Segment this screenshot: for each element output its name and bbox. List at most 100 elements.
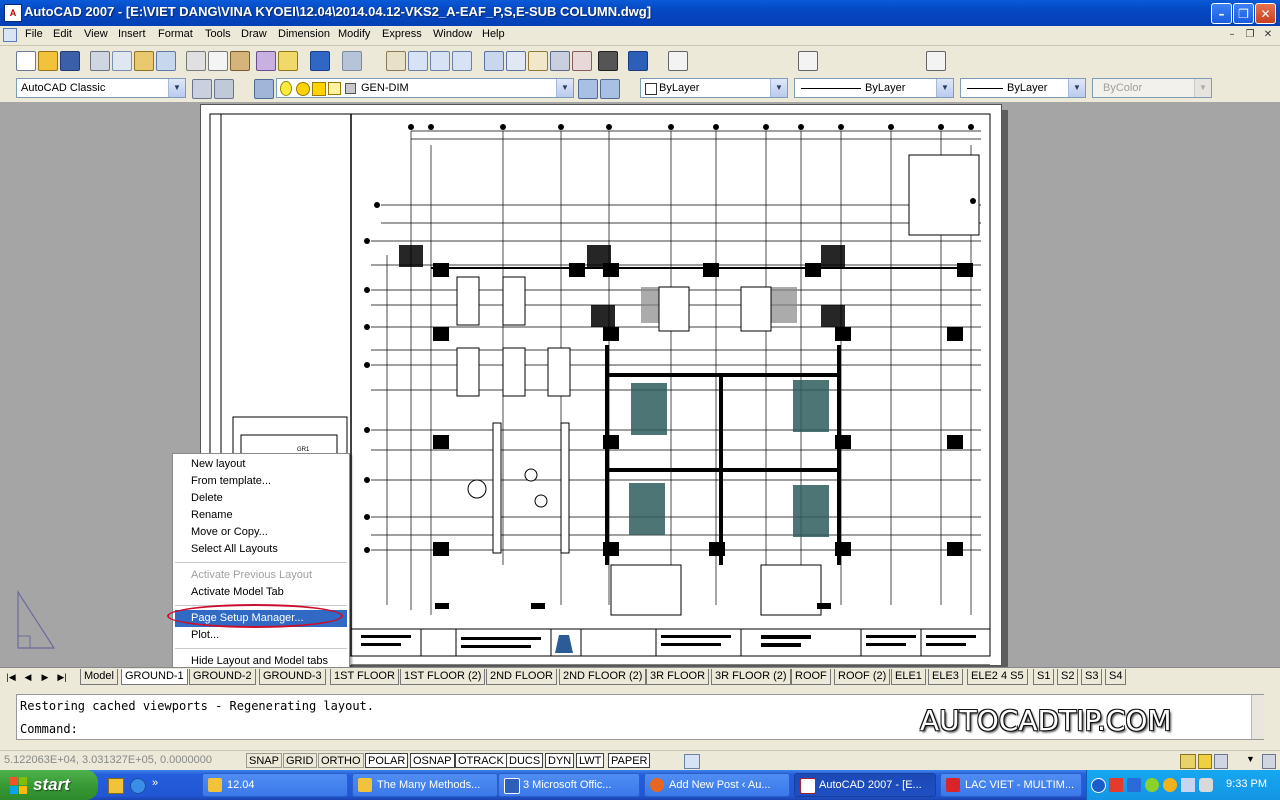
menu-insert[interactable]: Insert [118,28,146,40]
snap-toggle[interactable]: SNAP [246,753,282,768]
workspace-settings-icon[interactable] [192,79,212,99]
menu-view[interactable]: View [84,28,108,40]
undo-icon[interactable] [310,51,330,71]
polar-toggle[interactable]: POLAR [365,753,409,768]
menu-item-plot[interactable]: Plot... [191,629,219,641]
chevron-down-icon[interactable]: ▼ [168,79,185,97]
taskbar-item-many-methods[interactable]: The Many Methods... [352,773,498,797]
open-icon[interactable] [38,51,58,71]
text-style-icon[interactable] [668,51,688,71]
layer-manager-icon[interactable] [254,79,274,99]
menu-edit[interactable]: Edit [53,28,72,40]
menu-item-activate-model-tab[interactable]: Activate Model Tab [191,586,284,598]
ducs-toggle[interactable]: DUCS [506,753,544,768]
menu-file[interactable]: File [25,28,43,40]
lwt-toggle[interactable]: LWT [576,753,605,768]
menu-modify[interactable]: Modify [338,28,370,40]
doc-restore-button[interactable]: ❐ [1242,28,1258,42]
tab-ele3[interactable]: ELE3 [928,669,963,685]
tray-settings-icon[interactable] [1214,754,1228,769]
menu-dimension[interactable]: Dimension [278,28,330,40]
3d-dwf-icon[interactable] [156,51,176,71]
cut-icon[interactable] [186,51,206,71]
workspace-save-icon[interactable] [214,79,234,99]
tab-ground-3[interactable]: GROUND-3 [259,669,326,685]
clean-screen-icon[interactable] [1262,754,1276,769]
close-button[interactable]: ✕ [1255,3,1276,24]
menu-help[interactable]: Help [482,28,505,40]
layer-previous-icon[interactable] [600,79,620,99]
tray-expand-icon[interactable] [1091,778,1106,793]
menu-item-delete[interactable]: Delete [191,492,223,504]
pan-realtime-icon[interactable] [386,51,406,71]
copy-icon[interactable] [208,51,228,71]
lineweight-select[interactable]: ByLayer ▼ [960,78,1086,98]
previous-tab-button[interactable]: ◀ [21,670,35,684]
chevron-down-icon[interactable]: ▼ [1068,79,1085,97]
tab-1st-floor-2[interactable]: 1ST FLOOR (2) [400,669,486,685]
menu-tools[interactable]: Tools [205,28,231,40]
design-center-icon[interactable] [506,51,526,71]
tab-ele1[interactable]: ELE1 [891,669,926,685]
menu-item-hide-layout-and-model-tabs[interactable]: Hide Layout and Model tabs [191,655,328,667]
unikey-v-icon[interactable] [1109,778,1123,792]
layer-thaw-icon[interactable] [296,82,310,96]
tab-3r-floor-2[interactable]: 3R FLOOR (2) [711,669,791,685]
taskbar-item-lac-viet[interactable]: LAC VIET - MULTIM... [940,773,1082,797]
taskbar-item-12-04[interactable]: 12.04 [202,773,348,797]
first-tab-button[interactable]: |◀ [4,670,18,684]
internet-explorer-icon[interactable] [130,778,146,794]
menu-item-new-layout[interactable]: New layout [191,458,245,470]
zoom-window-icon[interactable] [430,51,450,71]
tab-model[interactable]: Model [80,669,118,685]
title-bar[interactable]: A AutoCAD 2007 - [E:\VIET DANG\VINA KYOE… [0,0,1280,26]
calculator-icon[interactable] [598,51,618,71]
lock-icon[interactable] [1198,754,1212,769]
document-icon[interactable] [3,28,17,42]
menu-express[interactable]: Express [382,28,422,40]
taskbar-item-add-new-post[interactable]: Add New Post ‹ Au... [644,773,790,797]
command-scrollbar[interactable] [1251,695,1264,739]
tab-3r-floor[interactable]: 3R FLOOR [646,669,710,685]
start-button[interactable]: start [0,770,98,800]
status-menu-arrow-icon[interactable]: ▼ [1246,754,1255,764]
chevron-down-icon[interactable]: ▼ [556,79,573,97]
doc-minimize-button[interactable]: – [1224,28,1240,42]
next-tab-button[interactable]: ▶ [38,670,52,684]
paste-icon[interactable] [230,51,250,71]
tab-roof-2[interactable]: ROOF (2) [834,669,891,685]
tab-ground-1[interactable]: GROUND-1 [121,669,188,685]
make-object-layer-current-icon[interactable] [578,79,598,99]
menu-item-move-or-copy[interactable]: Move or Copy... [191,526,268,538]
system-clock[interactable]: 9:33 PM [1226,778,1267,790]
tool-palettes-icon[interactable] [528,51,548,71]
new-icon[interactable] [16,51,36,71]
tab-s3[interactable]: S3 [1081,669,1103,685]
coordinates-readout[interactable]: 5.122063E+04, 3.031327E+05, 0.0000000 [4,754,212,766]
quicklaunch-overflow-icon[interactable]: » [152,777,158,789]
save-icon[interactable] [60,51,80,71]
paper-toggle[interactable]: PAPER [608,753,651,768]
properties-icon[interactable] [484,51,504,71]
menu-item-from-template[interactable]: From template... [191,475,271,487]
color-select[interactable]: ByLayer ▼ [640,78,788,98]
restore-button[interactable]: ❐ [1233,3,1254,24]
markup-icon[interactable] [572,51,592,71]
sheet-set-icon[interactable] [550,51,570,71]
print-icon[interactable] [90,51,110,71]
zoom-previous-icon[interactable] [452,51,472,71]
menu-format[interactable]: Format [158,28,193,40]
redo-icon[interactable] [342,51,362,71]
layer-unlock-icon[interactable] [328,82,341,95]
tab-s2[interactable]: S2 [1057,669,1079,685]
block-editor-icon[interactable] [278,51,298,71]
maximize-viewport-icon[interactable] [684,754,700,769]
tab-2nd-floor[interactable]: 2ND FLOOR [486,669,557,685]
table-style-icon[interactable] [926,51,946,71]
dimension-style-icon[interactable] [798,51,818,71]
menu-item-rename[interactable]: Rename [191,509,233,521]
communication-center-icon[interactable] [1180,754,1196,769]
safely-remove-icon[interactable] [1181,778,1195,792]
osnap-toggle[interactable]: OSNAP [410,753,455,768]
otrack-toggle[interactable]: OTRACK [455,753,507,768]
